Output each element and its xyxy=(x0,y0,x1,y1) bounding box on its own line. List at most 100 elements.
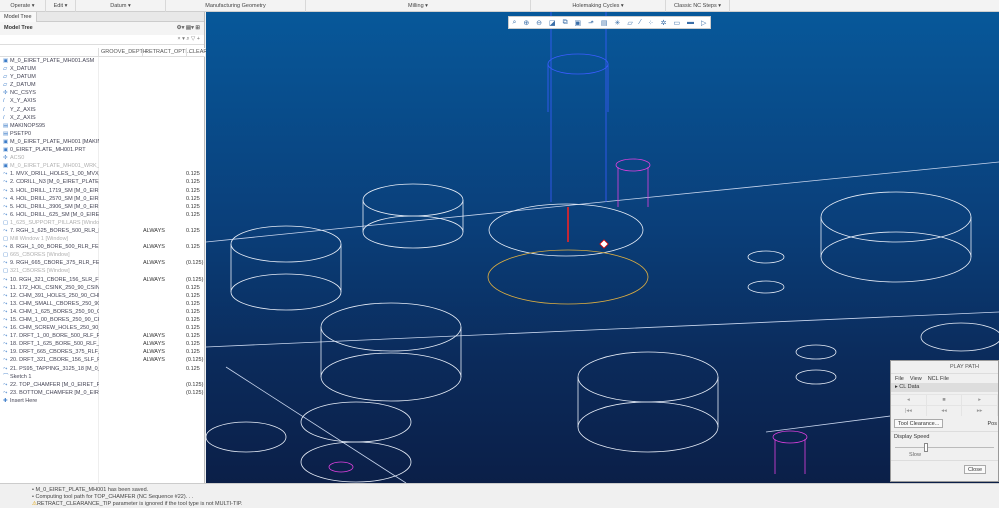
tree-row-name: Sketch 1 xyxy=(10,373,32,380)
tree-row[interactable]: ✚ Insert Here xyxy=(0,397,205,405)
menu-datum[interactable]: Datum ▾ xyxy=(76,0,166,12)
tree-row[interactable]: ▤ PSETP0 xyxy=(0,130,205,138)
tree-row[interactable]: ⤳15. CHM_1_00_BORES_250_90_CHM [M_ 0.125 xyxy=(0,316,205,324)
point-display-icon[interactable]: ⁘ xyxy=(648,19,654,27)
plane-display-icon[interactable]: ▱ xyxy=(627,19,632,27)
tree-row[interactable]: ⤳9. RGH_665_CBORE_375_RLR_FEM [M_0_ ALWAY… xyxy=(0,259,205,267)
zoom-out-icon[interactable]: ⊖ xyxy=(536,19,542,27)
tool-clearance-button[interactable]: Tool Clearance... xyxy=(894,419,944,428)
tree-item-icon: ⤳ xyxy=(3,317,8,323)
tree-row[interactable]: ⤳7. RGH_1_625_BORES_500_RLR_FEM [M_ ALWAY… xyxy=(0,227,205,235)
tree-row[interactable]: ⌒Sketch 1 xyxy=(0,373,205,381)
play-reverse-button[interactable]: ◂ xyxy=(891,395,927,405)
annotation-display-icon[interactable]: ▭ xyxy=(673,19,680,27)
tree-row[interactable]: ⤳18. DRFT_1_625_BORE_500_RLF_FEM [M ALWAY… xyxy=(0,340,205,348)
display-speed-slider[interactable] xyxy=(891,442,998,452)
tree-row[interactable]: ⤳21. PS95_TAPPING_3125_18 [M_0_EIRET_ 0.1… xyxy=(0,365,205,373)
view-manager-icon[interactable]: ⬏ xyxy=(588,19,594,27)
tree-row[interactable]: ⤳6. HOL_DRILL_625_SM [M_0_EIRET_PLATE 0.1… xyxy=(0,211,205,219)
tree-row[interactable]: ⤳14. CHM_1_625_BORES_250_90_CHM [M 0.125 xyxy=(0,308,205,316)
stop-button[interactable]: ■ xyxy=(927,395,963,405)
tree-row[interactable]: ▢ 321_CBORES [Window] xyxy=(0,267,205,275)
menu-holemaking-cycles[interactable]: Holemaking Cycles ▾ xyxy=(531,0,666,12)
tree-row[interactable]: ▢ 665_CBORES [Window] xyxy=(0,251,205,259)
tree-row[interactable]: / Y_Z_AXIS xyxy=(0,106,205,114)
tree-settings-icon[interactable]: ⚙▾ ▤▾ ⊞ xyxy=(177,22,200,35)
tree-row[interactable]: ⤳10. RGH_321_CBORE_156_SLR_FEM [M_0 ALWAY… xyxy=(0,276,205,284)
play-path-dialog: PLAY PATH File View NCL File ▸ CL Data ◂ ■ ▸… xyxy=(890,360,999,482)
tree-row[interactable]: ▱ Y_DATUM xyxy=(0,73,205,81)
tree-item-icon: ▱ xyxy=(3,74,8,81)
tree-row[interactable]: ▣M_0_EIRET_PLATE_MH001 [MAKINOPS95 xyxy=(0,138,205,146)
graphics-viewport[interactable]: ⌕ ⊕ ⊖ ◪ ⧉ ▣ ⬏ ▤ ✳ ▱ ⁄ ⁘ ✲ ▭ ▬ ▷ xyxy=(206,12,999,483)
spin-center-icon[interactable]: ▬ xyxy=(687,19,694,26)
tree-row[interactable]: ⤳12. CHM_391_HOLES_250_90_CHM [M_0 0.125 xyxy=(0,292,205,300)
zoom-in-icon[interactable]: ⊕ xyxy=(523,19,529,27)
close-button[interactable]: Close xyxy=(963,465,986,474)
tree-item-icon: ▣ xyxy=(3,163,9,170)
cl-data-expander[interactable]: ▸ CL Data xyxy=(891,383,998,392)
col-groove-depth[interactable]: GROOVE_DEPTH xyxy=(98,48,147,57)
menu-operate[interactable]: Operate ▾ xyxy=(0,0,46,12)
tree-search-input[interactable]: × ▾ ⌕ ▽ + xyxy=(0,35,204,45)
tree-row[interactable]: ⤳4. HOL_DRILL_2570_SM [M_0_EIRET_PLA 0.12… xyxy=(0,195,205,203)
tree-row[interactable]: ▱ X_DATUM xyxy=(0,65,205,73)
step-back-button[interactable]: ◂◂ xyxy=(927,406,963,416)
tree-row[interactable]: / X_Z_AXIS xyxy=(0,114,205,122)
col-clear[interactable]: CLEAR xyxy=(186,48,207,57)
menu-ncl-file[interactable]: NCL File xyxy=(928,374,949,383)
col-retract-option[interactable]: RETRACT_OPTI... xyxy=(142,48,191,57)
tree-row[interactable]: ▣M_0_EIRET_PLATE_MH001_WRK_01.PRT xyxy=(0,162,205,170)
clear-cell: 0.125 xyxy=(186,179,200,186)
perspective-icon[interactable]: ▤ xyxy=(601,19,608,27)
animation-icon[interactable]: ▷ xyxy=(701,19,706,27)
tree-row[interactable]: ⤳11. 172_HOL_CSINK_250_90_CSINK [M_0_ 0.1… xyxy=(0,284,205,292)
tree-row[interactable]: ▣ M_0_EIRET_PLATE_MH001.ASM xyxy=(0,57,205,65)
repaint-icon[interactable]: ◪ xyxy=(549,19,556,27)
datum-display-icon[interactable]: ✳ xyxy=(615,19,621,27)
tree-item-icon: ▢ xyxy=(3,268,9,275)
tree-row[interactable]: ▢ 1_625_SUPPORT_PILLARS [Window] xyxy=(0,219,205,227)
tree-row[interactable]: ⤳13. CHM_SMALL_CBORES_250_90_CHM 0.125 xyxy=(0,300,205,308)
tree-row[interactable]: ⤳17. DRFT_1_00_BORE_500_RLF_FEM [M_0 ALWA… xyxy=(0,332,205,340)
tree-row[interactable]: ⤳2. CDRILL_N3 [M_0_EIRET_PLATE_MH001 0.12… xyxy=(0,178,205,186)
tree-row-name: 1. MVX_DRILL_HOLES_1_00_MVX_DRILL [ xyxy=(10,171,99,178)
tree-row[interactable]: ⤳16. CHM_SCREW_HOLES_250_90_CHM [I 0.125 xyxy=(0,324,205,332)
step-forward-button[interactable]: ▸▸ xyxy=(962,406,999,416)
saved-views-icon[interactable]: ⧉ xyxy=(563,19,568,27)
menu-classic-nc-steps[interactable]: Classic NC Steps ▾ xyxy=(666,0,730,12)
menu-milling[interactable]: Milling ▾ xyxy=(306,0,531,12)
menu-view[interactable]: View xyxy=(910,374,922,383)
menu-manufacturing-geometry[interactable]: Manufacturing Geometry xyxy=(166,0,306,12)
display-style-icon[interactable]: ▣ xyxy=(575,19,582,27)
tree-row[interactable]: ⤳5. HOL_DRILL_3906_SM [M_0_EIRET_PLA 0.12… xyxy=(0,203,205,211)
tree-row[interactable]: ⤳20. DRFT_321_CBORE_156_SLF_FEM [M_0 ALWA… xyxy=(0,356,205,364)
tree-row[interactable]: ⤳23. BOTTOM_CHAMFER [M_0_EIRET_PLA (0.125… xyxy=(0,389,205,397)
tree-row[interactable]: ▣ 0_EIRET_PLATE_MH001.PRT xyxy=(0,146,205,154)
rewind-button[interactable]: |◂◂ xyxy=(891,406,927,416)
axis-display-icon[interactable]: ⁄ xyxy=(640,19,641,26)
tree-row[interactable]: ▤ MAKINOPS95 xyxy=(0,122,205,130)
refit-icon[interactable]: ⌕ xyxy=(512,19,516,27)
clear-cell: (0.125) xyxy=(186,381,204,388)
menu-edit[interactable]: Edit ▾ xyxy=(46,0,76,12)
tree-row-name: 321_CBORES [Window] xyxy=(10,268,70,275)
tree-row[interactable]: ⤳1. MVX_DRILL_HOLES_1_00_MVX_DRILL [0.12… xyxy=(0,170,205,178)
tree-row[interactable]: ✢ ACS0 xyxy=(0,154,205,162)
tree-row[interactable]: ▢ Mill Window 1 [Window] xyxy=(0,235,205,243)
tree-filter-icon[interactable]: × ▾ ⌕ ▽ + xyxy=(177,36,200,43)
menu-file[interactable]: File xyxy=(895,374,904,383)
tab-model-tree[interactable]: Model Tree xyxy=(0,12,37,22)
tree-row[interactable]: ▱ Z_DATUM xyxy=(0,81,205,89)
tree-row-name: 3. HOL_DRILL_1719_SM [M_0_EIRET_PLA xyxy=(10,187,99,194)
tree-row[interactable]: ⤳8. RGH_1_00_BORE_500_RLR_FEM [M_0_ ALWAY… xyxy=(0,243,205,251)
tree-row[interactable]: / X_Y_AXIS xyxy=(0,97,205,105)
csys-display-icon[interactable]: ✲ xyxy=(661,19,667,27)
tree-row[interactable]: ⤳22. TOP_CHAMFER [M_0_EIRET_PLATE_M (0.12… xyxy=(0,381,205,389)
clear-cell: 0.125 xyxy=(186,187,200,194)
tree-row[interactable]: ⤳3. HOL_DRILL_1719_SM [M_0_EIRET_PLA 0.12… xyxy=(0,187,205,195)
tree-item-icon: ▤ xyxy=(3,122,9,129)
tree-row[interactable]: ⤳19. DRFT_665_CBORES_375_RLF_FEM [M ALWAY… xyxy=(0,348,205,356)
tree-row[interactable]: ✢ NC_CSYS xyxy=(0,89,205,97)
play-forward-button[interactable]: ▸ xyxy=(962,395,999,405)
